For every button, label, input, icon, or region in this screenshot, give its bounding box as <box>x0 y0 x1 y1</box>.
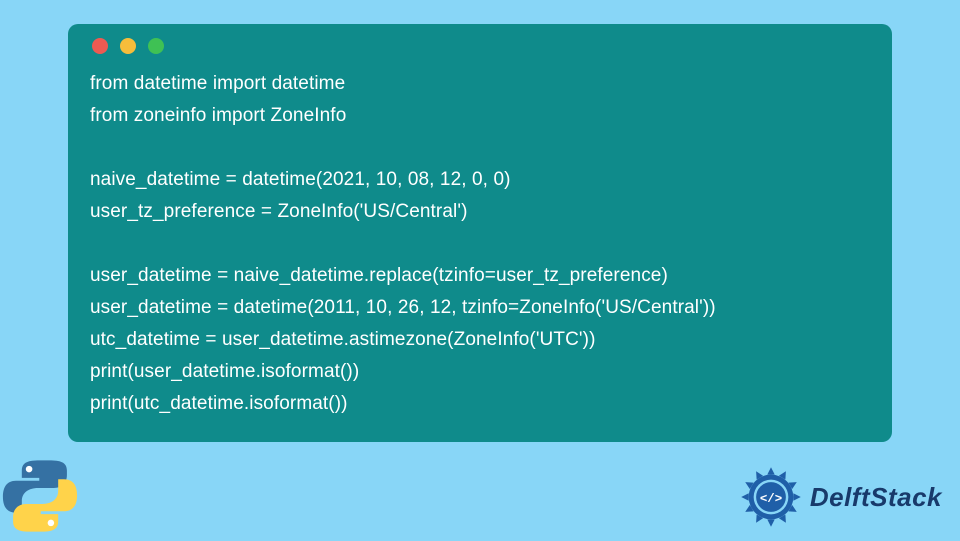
close-icon <box>92 38 108 54</box>
brand-name: DelftStack <box>810 482 942 513</box>
window-traffic-lights <box>90 38 870 54</box>
brand-gear-icon: </> <box>740 466 802 528</box>
python-logo-icon <box>0 456 80 536</box>
brand: </> DelftStack <box>740 466 942 528</box>
maximize-icon <box>148 38 164 54</box>
code-block: from datetime import datetime from zonei… <box>90 68 870 420</box>
minimize-icon <box>120 38 136 54</box>
svg-text:</>: </> <box>760 492 782 506</box>
code-window: from datetime import datetime from zonei… <box>68 24 892 442</box>
